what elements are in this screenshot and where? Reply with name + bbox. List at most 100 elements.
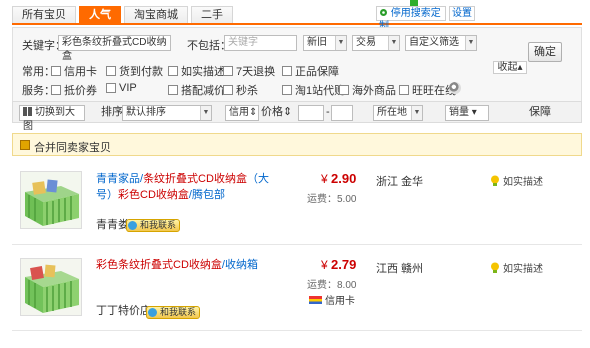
collapse-label: 收起 <box>497 62 518 73</box>
checkbox-box <box>168 66 178 76</box>
chevron-down-icon: ▼ <box>335 36 346 50</box>
custom-filter-select-value: 自定义筛选 <box>409 37 459 48</box>
sort-by-credit-button[interactable]: 信用⇕ <box>225 105 259 121</box>
wangwang-icon <box>449 82 461 94</box>
search-tabs: 所有宝贝 人气 淘宝商城 二手 <box>12 6 236 25</box>
tab-tmall[interactable]: 淘宝商城 <box>124 6 188 24</box>
switch-large-view-button[interactable]: 切换到大图 <box>19 105 85 132</box>
checkbox-credit-card[interactable]: 信用卡 <box>51 63 97 79</box>
chevron-down-icon: ▼ <box>465 36 476 50</box>
disable-custom-search-button[interactable]: 停用搜索定制 <box>376 6 446 32</box>
chevron-up-icon: ▴ <box>517 62 523 73</box>
checkbox-box <box>339 85 349 95</box>
checkbox-box <box>223 66 233 76</box>
contact-seller-button[interactable]: 和我联系 <box>126 219 181 232</box>
price-label: 价格 <box>261 106 283 118</box>
tab-all-items[interactable]: 所有宝贝 <box>12 6 76 24</box>
sort-by-price-button[interactable]: 价格⇕ <box>261 105 292 119</box>
checkbox-label: 7天退换 <box>236 66 276 78</box>
trade-select[interactable]: 交易 ▼ <box>352 35 400 51</box>
exclude-input[interactable]: 关键字 <box>224 35 297 51</box>
checkbox-proxy-purchase[interactable]: 淘1站代购 <box>282 82 345 98</box>
checkbox-7day-return[interactable]: 7天退换 <box>223 63 275 79</box>
wangwang-icon <box>148 308 157 317</box>
sort-arrow-icon: ▾ <box>469 107 477 118</box>
checkbox-voucher[interactable]: 抵价券 <box>51 82 97 98</box>
checkbox-box <box>399 85 409 95</box>
item-location: 浙江 金华 <box>376 176 424 188</box>
checkbox-flash-sale[interactable]: 秒杀 <box>223 82 258 98</box>
checkbox-box <box>282 85 292 95</box>
settings-gear-icon <box>379 8 388 17</box>
checkbox-bundle-discount[interactable]: 搭配减价 <box>168 82 225 98</box>
merge-icon <box>20 140 30 150</box>
tab-secondhand[interactable]: 二手 <box>191 6 233 24</box>
as-described-icon <box>491 175 499 186</box>
checkbox-box <box>168 85 178 95</box>
item-price: ¥ 2.90 <box>321 171 356 186</box>
checkbox-label: VIP <box>119 82 137 94</box>
sort-bar: 切换到大图 排序 默认排序 ▼ 信用⇕ 价格⇕ - 所在地 ▼ 销量 ▾ 保障 <box>12 101 582 132</box>
checkbox-box <box>51 66 61 76</box>
item-shipping: 运费：5.00 <box>307 194 357 205</box>
chevron-down-icon: ▼ <box>200 106 211 120</box>
contact-seller-button[interactable]: 和我联系 <box>146 306 201 319</box>
location-select[interactable]: 所在地 ▼ <box>373 105 423 121</box>
custom-filter-select[interactable]: 自定义筛选 ▼ <box>405 35 477 51</box>
checkbox-overseas[interactable]: 海外商品 <box>339 82 396 98</box>
confirm-button[interactable]: 确定 <box>528 42 562 62</box>
checkbox-label: 搭配减价 <box>181 85 225 97</box>
tab-underline <box>12 23 582 25</box>
checkbox-cash-on-delivery[interactable]: 货到付款 <box>106 63 163 79</box>
credit-card-label: 信用卡 <box>325 296 355 307</box>
price-value: 2.79 <box>331 257 357 272</box>
sort-label: 排序 <box>101 106 123 118</box>
checkbox-label: 秒杀 <box>236 85 258 97</box>
checkbox-genuine[interactable]: 正品保障 <box>282 63 339 79</box>
checkbox-label: 抵价券 <box>64 85 97 97</box>
sort-arrow-icon: ⇕ <box>283 106 293 118</box>
list-item: 彩色条纹折叠式CD收纳盒/收纳箱 ¥ 2.79 运费：8.00 信用卡 江西 赣… <box>12 250 582 330</box>
product-thumbnail[interactable] <box>20 171 82 229</box>
price-range-separator: - <box>326 106 330 118</box>
item-divider <box>12 244 582 245</box>
merge-seller-bar[interactable]: 合并同卖家宝贝 <box>12 133 582 156</box>
credit-card-icon <box>309 295 322 304</box>
product-thumbnail[interactable] <box>20 258 82 316</box>
title-highlight: 条纹折叠式CD收纳盒 <box>143 173 247 185</box>
checkbox-label: 货到付款 <box>119 66 163 78</box>
title-highlight: 彩色CD收纳盒 <box>118 189 189 201</box>
keyword-input[interactable]: 彩色条纹折叠式CD收纳盒 <box>58 35 171 62</box>
trade-select-value: 交易 <box>356 37 376 48</box>
seller-name-link[interactable]: 丁丁特价店 <box>96 302 151 318</box>
settings-button[interactable]: 设置 <box>449 6 475 21</box>
guarantee-label: 保障 <box>529 106 551 118</box>
checkbox-label: 正品保障 <box>295 66 339 78</box>
price-min-input[interactable] <box>298 105 324 121</box>
checkbox-as-described[interactable]: 如实描述 <box>168 63 225 79</box>
merge-seller-label: 合并同卖家宝贝 <box>34 142 111 154</box>
list-item: 青青家品/条纹折叠式CD收纳盒（大号）彩色CD收纳盒/腾包部 ¥ 2.90 运费… <box>12 163 582 243</box>
checkbox-box <box>106 66 116 76</box>
credit-label: 信用 <box>229 107 249 118</box>
collapse-button[interactable]: 收起▴ <box>493 61 527 74</box>
condition-select[interactable]: 新旧 ▼ <box>303 35 347 51</box>
wangwang-icon <box>128 221 137 230</box>
contact-label: 和我联系 <box>140 220 177 230</box>
as-described-badge[interactable]: 如实描述 <box>490 260 543 275</box>
location-select-value: 所在地 <box>377 107 407 118</box>
checkbox-vip[interactable]: VIP <box>106 82 137 94</box>
currency-symbol: ¥ <box>321 258 328 272</box>
credit-card-badge: 信用卡 <box>309 292 355 307</box>
chevron-down-icon: ▼ <box>411 106 422 120</box>
seller-name-link[interactable]: 青青娄 <box>96 216 129 232</box>
item-title-link[interactable]: 彩色条纹折叠式CD收纳盒/收纳箱 <box>96 257 286 273</box>
checkbox-box <box>106 83 116 93</box>
item-title-link[interactable]: 青青家品/条纹折叠式CD收纳盒（大号）彩色CD收纳盒/腾包部 <box>96 171 271 203</box>
checkbox-wangwang-online[interactable]: 旺旺在线 <box>399 82 456 98</box>
sort-by-sales-button[interactable]: 销量 ▾ <box>445 105 489 121</box>
checkbox-label: 淘1站代购 <box>295 85 346 97</box>
price-max-input[interactable] <box>331 105 353 121</box>
as-described-badge[interactable]: 如实描述 <box>490 173 543 188</box>
sort-select[interactable]: 默认排序 ▼ <box>122 105 212 121</box>
